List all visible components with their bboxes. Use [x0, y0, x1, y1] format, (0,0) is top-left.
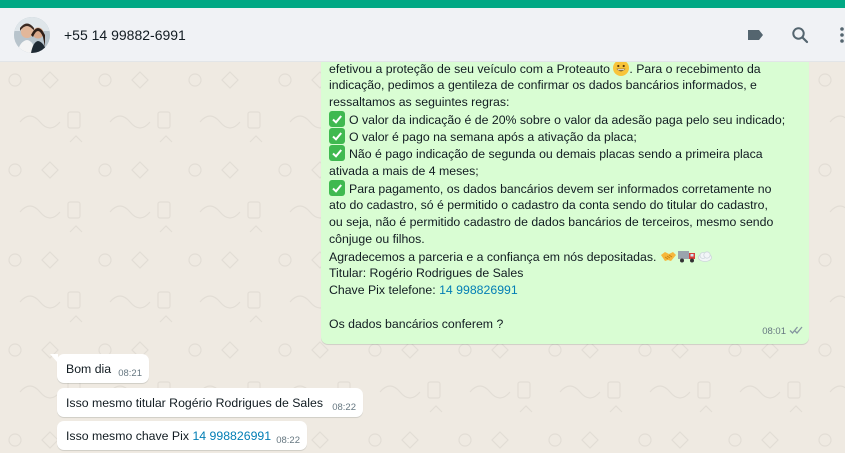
message-text: Bom dia	[66, 362, 112, 376]
message-time: 08:21	[118, 368, 142, 379]
message-line: ressaltamos as seguintes regras:	[329, 95, 510, 110]
message-line: Para pagamento, os dados bancários devem…	[349, 181, 772, 196]
outgoing-message[interactable]: efetivou a proteção de seu veículo com a…	[321, 62, 809, 344]
avatar[interactable]	[14, 17, 50, 53]
message-text: efetivou a proteção de seu veículo com a…	[329, 62, 801, 334]
message-meta: 08:01	[762, 325, 803, 338]
contact-name[interactable]: +55 14 99882-6991	[64, 27, 186, 43]
top-accent-bar	[0, 0, 845, 8]
message-line: Não é pago indicação de segunda ou demai…	[349, 147, 763, 162]
message-line: indicação, pedimos a gentileza de confir…	[329, 78, 757, 93]
message-time: 08:22	[276, 435, 300, 446]
message-line: ato do cadastro, só é permitido o cadast…	[329, 197, 768, 212]
message-time: 08:22	[332, 402, 356, 413]
message-line: Os dados bancários conferem ?	[329, 317, 504, 332]
message-line: O valor é pago na semana após a ativação…	[349, 130, 637, 145]
message-line: Chave Pix telefone:	[329, 283, 436, 298]
cloud-emoji-icon	[697, 248, 713, 269]
check-mark-icon	[329, 128, 345, 145]
message-line: O valor da indicação é de 20% sobre o va…	[349, 113, 786, 128]
message-line: ativada a mais de 4 meses;	[329, 163, 479, 178]
chat-header: +55 14 99882-6991	[0, 8, 845, 62]
search-icon[interactable]	[789, 24, 811, 46]
message-text: Isso mesmo titular Rogério Rodrigues de …	[66, 396, 323, 410]
message-line: . Para o recebimento da	[629, 62, 761, 76]
grinning-face-emoji-icon	[613, 62, 630, 76]
message-line: cônjuge ou filhos.	[329, 231, 425, 246]
check-mark-icon	[329, 179, 345, 196]
message-text-wrapper: Isso mesmo chave Pix 14 998826991	[66, 429, 271, 443]
handshake-emoji-icon	[660, 248, 677, 269]
message-line: ou seja, não é permitido cadastro de dad…	[329, 214, 774, 229]
truck-emoji-icon	[677, 248, 697, 269]
label-icon[interactable]	[744, 24, 766, 46]
phone-link[interactable]: 14 998826991	[192, 429, 271, 443]
message-text: Isso mesmo chave Pix	[66, 429, 190, 443]
incoming-message[interactable]: Isso mesmo titular Rogério Rodrigues de …	[57, 388, 363, 417]
check-mark-icon	[329, 145, 345, 162]
incoming-message[interactable]: Bom dia 08:21	[50, 354, 149, 383]
bubble-tail	[50, 354, 58, 363]
message-line: efetivou a proteção de seu veículo com a…	[329, 62, 610, 76]
check-mark-icon	[329, 111, 345, 128]
incoming-message[interactable]: Isso mesmo chave Pix 14 998826991 08:22	[57, 421, 307, 450]
chat-area: efetivou a proteção de seu veículo com a…	[0, 62, 845, 453]
message-line: Titular: Rogério Rodrigues de Sales	[329, 266, 524, 281]
menu-icon[interactable]	[833, 24, 845, 46]
double-check-icon	[789, 325, 803, 338]
message-time: 08:01	[762, 326, 786, 337]
phone-link[interactable]: 14 998826991	[439, 283, 518, 297]
message-line: Agradecemos a parceria e a confiança em …	[329, 250, 657, 265]
